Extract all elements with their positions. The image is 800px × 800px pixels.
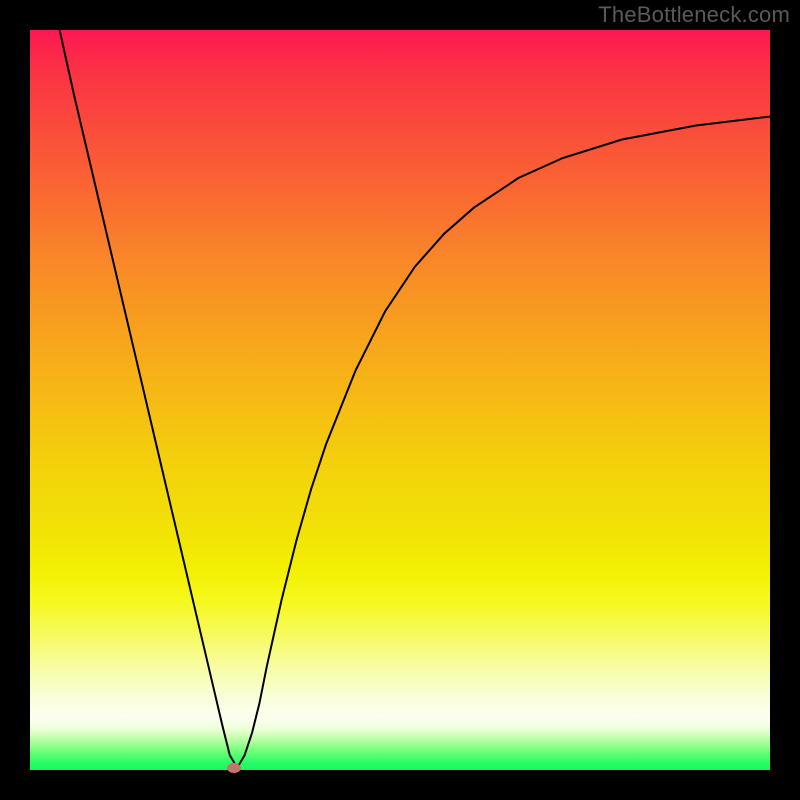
chart-frame: TheBottleneck.com: [0, 0, 800, 800]
curve-path: [60, 30, 770, 768]
curve-svg: [30, 30, 770, 770]
min-marker-icon: [227, 763, 241, 773]
watermark-text: TheBottleneck.com: [598, 2, 790, 28]
plot-area: [30, 30, 770, 770]
